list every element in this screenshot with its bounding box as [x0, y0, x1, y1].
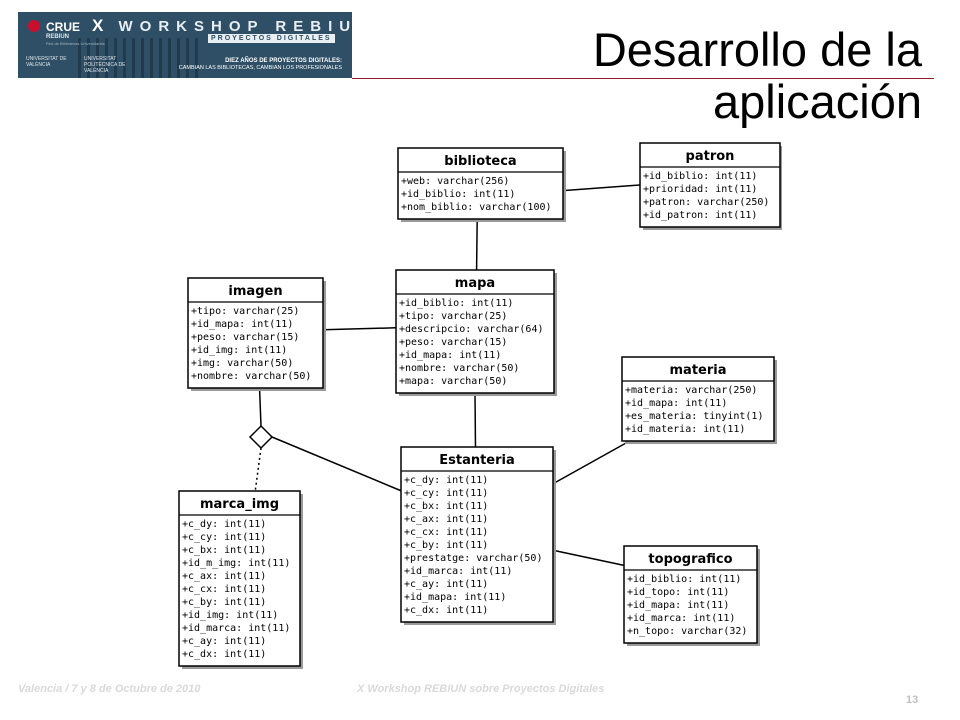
entity-attribute: +prioridad: int(11): [643, 184, 757, 195]
crue-logo-icon: [28, 20, 40, 32]
entity-attribute: +id_img: int(11): [182, 610, 278, 621]
entity-attribute: +c_dy: int(11): [404, 475, 488, 486]
entity-attribute: +materia: varchar(250): [625, 385, 757, 396]
entity-attribute: +id_mapa: int(11): [625, 398, 727, 409]
entity-attribute: +c_ax: int(11): [182, 571, 266, 582]
university-1-logo: UNIVERSITAT DE VALÈNCIA: [26, 56, 67, 68]
entity-attribute: +web: varchar(256): [401, 176, 509, 187]
entity-attribute: +mapa: varchar(50): [399, 376, 507, 387]
entity-attribute: +id_marca: int(11): [182, 623, 290, 634]
page-number: 13: [906, 694, 919, 706]
banner-subtitle: PROYECTOS DIGITALES: [208, 34, 335, 43]
entity-attribute: +c_ax: int(11): [404, 514, 488, 525]
banner-tagline-2: CAMBIAN LAS BIBLIOTECAS, CAMBIAN LOS PRO…: [178, 65, 342, 71]
entity-attribute: +peso: varchar(15): [191, 332, 299, 343]
entity-name: Estanteria: [439, 453, 515, 468]
entity-attribute: +id_m_img: int(11): [182, 558, 290, 569]
entity-topografico: topografico +id_biblio: int(11) +id_topo: …: [623, 545, 760, 646]
entity-attribute: +c_ay: int(11): [404, 579, 488, 590]
entity-attribute: +prestatge: varchar(50): [404, 553, 542, 564]
entity-attribute: +descripcio: varchar(64): [399, 324, 544, 335]
workshop-banner: CRUE REBIUN Red de Bibliotecas Universit…: [18, 12, 352, 78]
entity-attribute: +tipo: varchar(25): [191, 306, 299, 317]
entity-name: imagen: [228, 284, 282, 299]
banner-title-x: X: [92, 16, 108, 35]
entity-materia: materia +materia: varchar(250) +id_mapa: i…: [621, 356, 777, 444]
entity-attribute: +c_dx: int(11): [182, 649, 266, 660]
entity-attribute: +id_marca: int(11): [404, 566, 512, 577]
entity-attribute: +id_marca: int(11): [627, 613, 735, 624]
footer-location-date: Valencia / 7 y 8 de Octubre de 2010: [18, 683, 201, 695]
entity-attribute: +tipo: varchar(25): [399, 311, 507, 322]
rebiun-label: REBIUN: [46, 34, 70, 40]
er-diagram: biblioteca +web: varchar(256) +id_biblio: …: [178, 138, 782, 672]
entity-attribute: +peso: varchar(15): [399, 337, 507, 348]
entity-attribute: +c_dy: int(11): [182, 519, 266, 530]
banner-tagline-1: DIEZ AÑOS DE PROYECTOS DIGITALES:: [225, 58, 342, 64]
entity-name: mapa: [455, 276, 495, 291]
entity-attribute: +id_biblio: int(11): [627, 574, 741, 585]
entity-attribute: +id_mapa: int(11): [191, 319, 293, 330]
entity-attribute: +es_materia: tinyint(1): [625, 411, 763, 422]
entity-attribute: +nom_biblio: varchar(100): [401, 202, 552, 213]
entity-patron: patron +id_biblio: int(11) +prioridad: int…: [639, 142, 782, 230]
entity-attribute: +c_bx: int(11): [182, 545, 266, 556]
entity-attribute: +id_materia: int(11): [625, 424, 745, 435]
entity-attribute: +id_mapa: int(11): [627, 600, 729, 611]
relation-biblioteca-mapa: [475, 218, 478, 271]
entity-attribute: +id_patron: int(11): [643, 210, 757, 221]
entity-marca-img: marca_img +c_dy: int(11) +c_cy: int(11) +c_…: [178, 490, 303, 669]
university-2-logo: UNIVERSITAT POLITÈCNICA DE VALÈNCIA: [84, 56, 126, 74]
slide-title: Desarrollo de la aplicación: [592, 23, 922, 128]
entity-attribute: +c_cx: int(11): [182, 584, 266, 595]
entity-attribute: +c_by: int(11): [404, 540, 488, 551]
entity-estanteria: Estanteria +c_dy: int(11) +c_cy: int(11) +c…: [400, 446, 556, 625]
entity-attribute: +c_cx: int(11): [404, 527, 488, 538]
entity-mapa: mapa +id_biblio: int(11) +tipo: varchar(25…: [395, 269, 557, 396]
entity-imagen: imagen +tipo: varchar(25) +id_mapa: int(11…: [187, 277, 326, 391]
entity-attribute: +id_biblio: int(11): [399, 298, 513, 309]
entity-attribute: +id_topo: int(11): [627, 587, 729, 598]
entity-attribute: +nombre: varchar(50): [191, 371, 311, 382]
entity-name: patron: [686, 149, 735, 164]
entity-biblioteca: biblioteca +web: varchar(256) +id_biblio: …: [397, 147, 566, 222]
entity-attribute: +c_by: int(11): [182, 597, 266, 608]
entity-attribute: +n_topo: varchar(32): [627, 626, 747, 637]
entity-attribute: +img: varchar(50): [191, 358, 293, 369]
banner-title: X WORKSHOP REBIUN: [92, 16, 352, 36]
banner-title-rest: WORKSHOP REBIUN: [118, 18, 352, 35]
entity-attribute: +c_dx: int(11): [404, 605, 488, 616]
entity-attribute: +patron: varchar(250): [643, 197, 769, 208]
entity-attribute: +c_bx: int(11): [404, 501, 488, 512]
entity-attribute: +nombre: varchar(50): [399, 363, 519, 374]
entity-attribute: +id_biblio: int(11): [401, 189, 515, 200]
entity-attribute: +c_ay: int(11): [182, 636, 266, 647]
entity-attribute: +c_cy: int(11): [404, 488, 488, 499]
entity-attribute: +id_mapa: int(11): [399, 350, 501, 361]
entity-name: topografico: [648, 552, 732, 567]
rebiun-sublabel: Red de Bibliotecas Universitarias: [46, 41, 105, 46]
entity-name: marca_img: [200, 497, 279, 512]
crue-label: CRUE: [46, 20, 81, 34]
entity-attribute: +c_cy: int(11): [182, 532, 266, 543]
entity-attribute: +id_mapa: int(11): [404, 592, 506, 603]
entity-name: materia: [670, 363, 727, 378]
entity-name: biblioteca: [444, 154, 516, 169]
entity-attribute: +id_img: int(11): [191, 345, 287, 356]
entity-attribute: +id_biblio: int(11): [643, 171, 757, 182]
footer-event: X Workshop REBIUN sobre Proyectos Digita…: [357, 683, 605, 695]
